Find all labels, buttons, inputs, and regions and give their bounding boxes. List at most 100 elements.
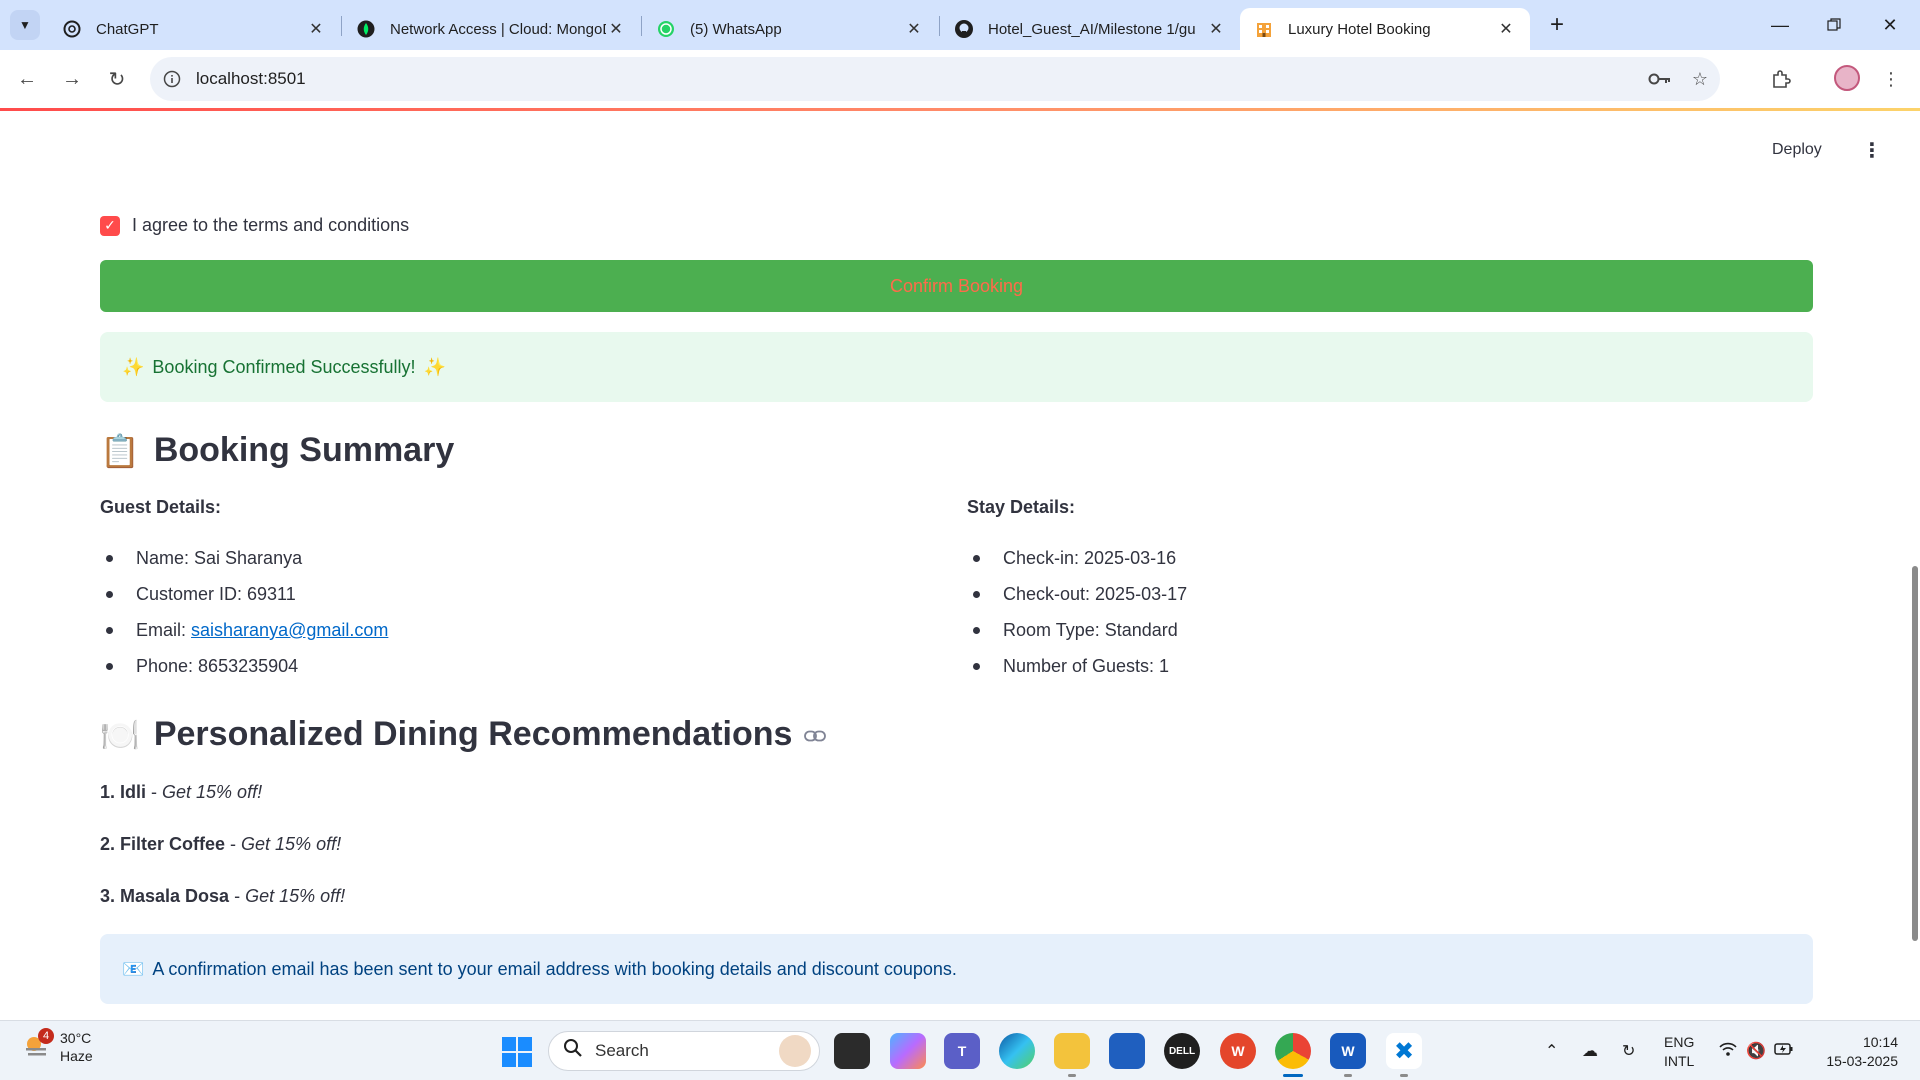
main-menu-icon[interactable]: ⋮ (1862, 138, 1882, 163)
tab-title: Hotel_Guest_AI/Milestone 1/gu (988, 20, 1196, 38)
tab-close-icon[interactable]: ✕ (904, 19, 924, 39)
keyboard-layout: INTL (1664, 1053, 1695, 1069)
terms-checkbox-row[interactable]: ✓ I agree to the terms and conditions (100, 215, 409, 236)
url-text[interactable]: localhost:8501 (196, 69, 1640, 89)
window-close-icon[interactable]: ✕ (1870, 10, 1910, 40)
mongodb-leaf-icon (356, 19, 376, 39)
battery-charging-icon[interactable] (1774, 1041, 1794, 1062)
extensions-puzzle-icon[interactable] (1764, 62, 1798, 96)
address-bar[interactable]: localhost:8501 ☆ (150, 57, 1720, 101)
heading-text: Personalized Dining Recommendations (153, 715, 793, 753)
dish-offer: Get 15% off! (245, 886, 346, 906)
tab-close-icon[interactable]: ✕ (1206, 19, 1226, 39)
wifi-icon[interactable] (1718, 1041, 1738, 1062)
dish-name: 1. Idli (100, 782, 147, 802)
confirm-booking-button[interactable]: Confirm Booking (100, 260, 1813, 312)
copilot-icon[interactable] (890, 1033, 926, 1069)
input-language-indicator[interactable]: ENG INTL (1664, 1033, 1694, 1071)
tab-luxury-hotel-booking[interactable]: Luxury Hotel Booking ✕ (1240, 8, 1530, 50)
hotel-building-icon (1254, 19, 1274, 39)
terms-label[interactable]: I agree to the terms and conditions (132, 215, 409, 236)
tab-whatsapp[interactable]: (5) WhatsApp ✕ (642, 8, 938, 50)
windows-start-icon[interactable] (502, 1037, 532, 1067)
show-hidden-icons-chevron-icon[interactable]: ⌃ (1545, 1041, 1558, 1061)
stay-details-list: Check-in: 2025-03-16 Check-out: 2025-03-… (967, 540, 1767, 684)
dell-icon[interactable]: DELL (1164, 1033, 1200, 1069)
file-explorer-icon[interactable] (1054, 1033, 1090, 1077)
clock-time: 10:14 (1862, 1034, 1898, 1050)
wps-office-icon[interactable]: W (1220, 1033, 1256, 1069)
dining-item: 2. Filter Coffee - Get 15% off! (100, 834, 342, 854)
back-arrow-icon[interactable]: ← (10, 62, 44, 96)
tab-title: (5) WhatsApp (690, 20, 782, 38)
dining-recommendations-heading: 🍽️ Personalized Dining Recommendations (100, 715, 827, 754)
guest-details-column: Guest Details: Name: Sai Sharanya Custom… (100, 497, 900, 684)
dish-offer: Get 15% off! (241, 834, 342, 854)
dish-name: 3. Masala Dosa (100, 886, 230, 906)
github-icon (954, 19, 974, 39)
profile-avatar[interactable] (1834, 65, 1860, 91)
deploy-button[interactable]: Deploy (1772, 141, 1822, 159)
minimize-icon[interactable]: — (1760, 10, 1800, 40)
tab-chatgpt[interactable]: ChatGPT ✕ (48, 8, 340, 50)
dish-offer: Get 15% off! (162, 782, 263, 802)
password-key-icon[interactable] (1640, 72, 1680, 86)
browser-toolbar: ← → ↻ localhost:8501 ☆ ⋮ (0, 50, 1920, 108)
tab-mongodb[interactable]: Network Access | Cloud: MongoDB ✕ (342, 8, 640, 50)
success-message: Booking Confirmed Successfully! (152, 356, 416, 377)
tab-title: ChatGPT (96, 20, 159, 38)
system-clock[interactable]: 10:14 15-03-2025 (1818, 1033, 1898, 1071)
haze-weather-icon: 4 (22, 1028, 54, 1062)
heading-text: Booking Summary (153, 431, 455, 469)
sync-icon[interactable]: ↻ (1622, 1041, 1635, 1061)
plate-cutlery-icon: 🍽️ (100, 716, 140, 753)
sparkles-icon: ✨ (423, 356, 446, 377)
task-view-icon[interactable] (834, 1033, 870, 1069)
forward-arrow-icon[interactable]: → (55, 62, 89, 96)
chrome-icon[interactable] (1275, 1033, 1311, 1077)
email-link[interactable]: saisharanya@gmail.com (191, 620, 388, 640)
site-info-icon[interactable] (150, 57, 194, 101)
weather-widget[interactable]: 4 30°C Haze (22, 1028, 93, 1065)
search-highlight-image (779, 1035, 811, 1067)
checkmark-icon[interactable]: ✓ (100, 215, 120, 236)
clock-date: 15-03-2025 (1826, 1053, 1898, 1069)
tab-search-chevron-icon[interactable]: ▼ (10, 10, 40, 40)
booking-summary-heading: 📋 Booking Summary (100, 431, 454, 470)
browser-menu-icon[interactable]: ⋮ (1874, 62, 1908, 96)
stay-details-title: Stay Details: (967, 497, 1076, 517)
email-notice-text: A confirmation email has been sent to yo… (152, 958, 957, 979)
stay-details-column: Stay Details: Check-in: 2025-03-16 Check… (967, 497, 1767, 684)
app-page: Deploy ⋮ ✓ I agree to the terms and cond… (0, 111, 1920, 1020)
taskbar-search-box[interactable]: Search (548, 1031, 820, 1071)
search-icon (563, 1038, 583, 1064)
new-tab-plus-icon[interactable]: + (1542, 10, 1572, 40)
guest-details-list: Name: Sai Sharanya Customer ID: 69311 Em… (100, 540, 900, 684)
tab-close-icon[interactable]: ✕ (606, 19, 626, 39)
tab-title: Luxury Hotel Booking (1288, 20, 1431, 38)
volume-muted-icon[interactable]: 🔇 (1746, 1041, 1766, 1061)
tab-close-icon[interactable]: ✕ (306, 19, 326, 39)
tab-close-icon[interactable]: ✕ (1496, 19, 1516, 39)
tab-github[interactable]: Hotel_Guest_AI/Milestone 1/gu ✕ (940, 8, 1240, 50)
weather-description: Haze (60, 1048, 93, 1064)
search-label: Search (595, 1041, 649, 1060)
browser-tab-strip: ▼ ChatGPT ✕ Network Access | Cloud: Mong… (0, 0, 1920, 50)
edge-icon[interactable] (999, 1033, 1035, 1069)
onedrive-cloud-icon[interactable]: ☁ (1582, 1041, 1598, 1061)
reload-icon[interactable]: ↻ (100, 62, 134, 96)
success-alert: ✨ Booking Confirmed Successfully! ✨ (100, 332, 1813, 402)
vscode-icon[interactable]: ✖ (1386, 1033, 1422, 1077)
word-icon[interactable]: W (1330, 1033, 1366, 1077)
email-info-alert: 📧 A confirmation email has been sent to … (100, 934, 1813, 1004)
bookmark-star-icon[interactable]: ☆ (1680, 69, 1720, 90)
anchor-link-icon[interactable] (804, 722, 827, 748)
list-item: Customer ID: 69311 (100, 576, 900, 612)
teams-icon[interactable]: T (944, 1033, 980, 1069)
restore-icon[interactable] (1814, 10, 1854, 40)
list-item: Check-in: 2025-03-16 (967, 540, 1767, 576)
microsoft-store-icon[interactable] (1109, 1033, 1145, 1069)
list-item: Number of Guests: 1 (967, 648, 1767, 684)
page-scrollbar[interactable] (1912, 566, 1918, 941)
notification-badge: 4 (38, 1028, 54, 1044)
